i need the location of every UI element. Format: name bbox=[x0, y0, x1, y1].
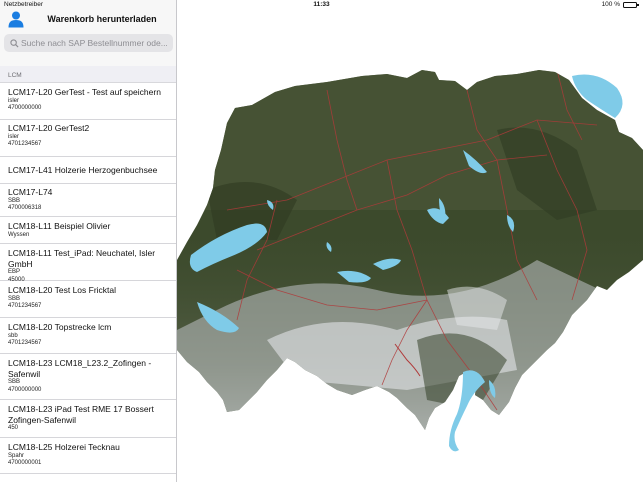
item-order-number: 4700000000 bbox=[8, 386, 42, 393]
battery-icon bbox=[623, 1, 639, 8]
item-title: LCM18-L20 Topstrecke lcm bbox=[8, 322, 112, 332]
item-title: LCM18-L23 LCM18_L23.2_Zofingen - Safenwi… bbox=[8, 358, 152, 379]
section-label: LCM bbox=[8, 72, 22, 79]
item-customer: SBB bbox=[8, 295, 21, 302]
sidebar: Warenkorb herunterladen Suche nach SAP B… bbox=[0, 0, 177, 482]
item-title: LCM17-L74 bbox=[8, 187, 53, 197]
item-order-number: 4701234567 bbox=[8, 303, 42, 309]
page-title: Warenkorb herunterladen bbox=[47, 14, 157, 24]
item-title: LCM17-L20 GerTest2 bbox=[8, 123, 90, 133]
item-customer: SBB bbox=[8, 379, 21, 385]
item-customer: Wyssen bbox=[8, 231, 30, 238]
battery-status: 100 % bbox=[601, 1, 639, 8]
switzerland-relief-map[interactable] bbox=[177, 10, 643, 482]
list-item[interactable]: LCM18-L11 Test_iPad: Neuchatel, Isler Gm… bbox=[0, 244, 176, 283]
item-customer: SBB bbox=[8, 197, 21, 204]
item-customer: EBP bbox=[8, 269, 21, 275]
item-order-number: 4700000001 bbox=[8, 460, 42, 466]
item-order-number: 4701234567 bbox=[8, 340, 42, 346]
section-header: LCM bbox=[0, 66, 176, 83]
search-icon bbox=[7, 36, 21, 50]
item-customer: isler bbox=[8, 97, 20, 104]
item-customer: sbb bbox=[8, 332, 18, 339]
user-icon[interactable] bbox=[7, 10, 25, 28]
item-customer: isler bbox=[8, 133, 20, 140]
search-input[interactable]: Suche nach SAP Bestellnummer ode... bbox=[4, 34, 173, 52]
item-title: LCM18-L11 Test_iPad: Neuchatel, Isler Gm… bbox=[8, 248, 156, 269]
list-item[interactable]: LCM18-L23 iPad Test RME 17 Bossert Zofin… bbox=[0, 400, 176, 438]
list-item[interactable]: LCM17-L74 SBB 4700006318 bbox=[0, 184, 176, 217]
item-customer: Spahr bbox=[8, 452, 25, 459]
list-item[interactable]: LCM17-L41 Holzerie Herzogenbuchsee bbox=[0, 157, 176, 184]
item-order-number: 450 bbox=[8, 425, 19, 431]
item-order-number: 4700006318 bbox=[8, 205, 42, 211]
list-item[interactable]: LCM18-L20 Test Los Fricktal SBB 47012345… bbox=[0, 281, 176, 318]
item-title: LCM18-L25 Holzerei Tecknau bbox=[8, 442, 120, 452]
list-item[interactable]: LCM17-L20 GerTest2 isler 4701234567 bbox=[0, 120, 176, 157]
list-item[interactable]: LCM18-L20 Topstrecke lcm sbb 4701234567 bbox=[0, 318, 176, 354]
list-item[interactable]: LCM17-L20 GerTest - Test auf speichern i… bbox=[0, 83, 176, 120]
order-list: LCM17-L20 GerTest - Test auf speichern i… bbox=[0, 83, 176, 474]
item-order-number: 4700000000 bbox=[8, 105, 42, 111]
list-item[interactable]: LCM18-L23 LCM18_L23.2_Zofingen - Safenwi… bbox=[0, 354, 176, 400]
item-title: LCM17-L41 Holzerie Herzogenbuchsee bbox=[8, 165, 158, 175]
item-title: LCM18-L11 Beispiel Olivier bbox=[8, 221, 111, 231]
search-placeholder: Suche nach SAP Bestellnummer ode... bbox=[21, 38, 168, 48]
item-title: LCM17-L20 GerTest - Test auf speichern bbox=[8, 87, 161, 97]
item-order-number: 4701234567 bbox=[8, 141, 42, 147]
item-title: LCM18-L20 Test Los Fricktal bbox=[8, 285, 117, 295]
list-item[interactable]: LCM18-L11 Beispiel Olivier Wyssen bbox=[0, 217, 176, 244]
item-title: LCM18-L23 iPad Test RME 17 Bossert Zofin… bbox=[8, 404, 154, 425]
list-item[interactable]: LCM18-L25 Holzerei Tecknau Spahr 4700000… bbox=[0, 438, 176, 474]
battery-percent: 100 % bbox=[601, 1, 620, 8]
status-bar: Netzbetreiber 11:33 100 % bbox=[0, 0, 643, 10]
map-view[interactable] bbox=[177, 10, 643, 482]
clock: 11:33 bbox=[313, 1, 330, 8]
